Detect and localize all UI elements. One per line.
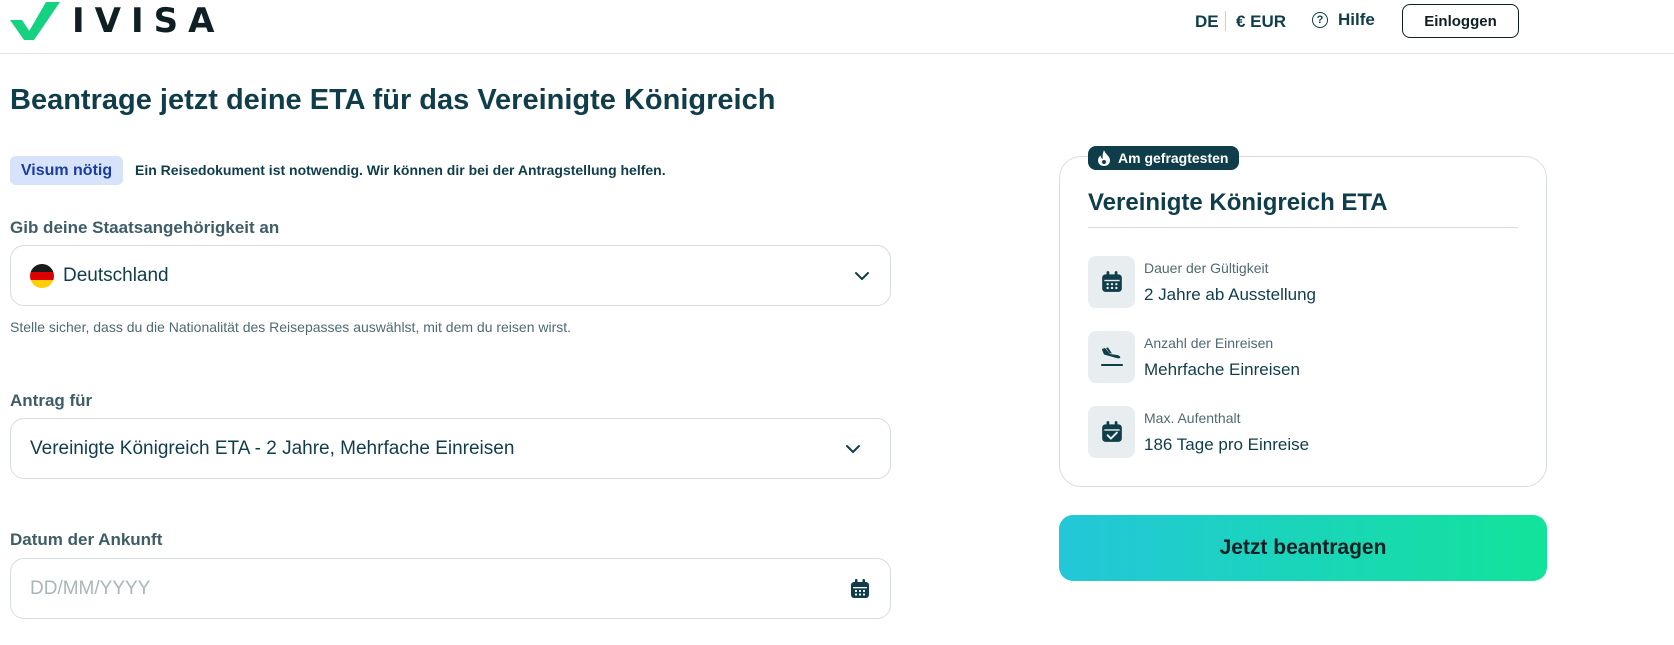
- germany-flag-icon: [30, 263, 54, 288]
- calendar-check-icon: [1088, 406, 1135, 458]
- nationality-label: Gib deine Staatsangehörigkeit an: [10, 218, 280, 237]
- card-title: Vereinigte Königreich ETA: [1088, 189, 1388, 216]
- login-button[interactable]: Einloggen: [1402, 4, 1519, 38]
- entries-value: Mehrfache Einreisen: [1144, 360, 1300, 379]
- max-stay-label: Max. Aufenthalt: [1144, 410, 1241, 426]
- help-link[interactable]: ? Hilfe: [1312, 10, 1375, 30]
- ivisa-logo[interactable]: IVISA: [10, 2, 224, 40]
- max-stay-value: 186 Tage pro Einreise: [1144, 435, 1310, 454]
- logo-wordmark: IVISA: [72, 1, 225, 41]
- calendar-icon[interactable]: [849, 578, 871, 600]
- help-label: Hilfe: [1338, 10, 1375, 29]
- nationality-value: Deutschland: [63, 264, 169, 286]
- card-divider: [1088, 227, 1518, 228]
- application-select[interactable]: Vereinigte Königreich ETA - 2 Jahre, Meh…: [10, 418, 891, 479]
- validity-label: Dauer der Gültigkeit: [1144, 260, 1269, 276]
- chevron-down-icon: [855, 272, 869, 280]
- nationality-hint: Stelle sicher, dass du die Nationalität …: [10, 319, 572, 335]
- arrival-date-placeholder: DD/MM/YYYY: [30, 577, 151, 599]
- application-value: Vereinigte Königreich ETA - 2 Jahre, Meh…: [30, 437, 515, 459]
- flame-icon: [1098, 150, 1110, 166]
- language-selector[interactable]: DE: [1195, 12, 1219, 32]
- logo-check-icon: [10, 2, 60, 40]
- question-circle-icon: ?: [1312, 12, 1328, 28]
- visa-required-badge: Visum nötig: [10, 156, 123, 185]
- arrival-date-input[interactable]: DD/MM/YYYY: [10, 558, 891, 619]
- nationality-select[interactable]: Deutschland: [10, 245, 891, 306]
- currency-selector[interactable]: € EUR: [1236, 12, 1286, 32]
- page-title: Beantrage jetzt deine ETA für das Verein…: [10, 84, 776, 116]
- plane-landing-icon: [1088, 331, 1135, 383]
- most-popular-label: Am gefragtesten: [1118, 150, 1229, 166]
- validity-value: 2 Jahre ab Ausstellung: [1144, 285, 1317, 304]
- visa-notice-text: Ein Reisedokument ist notwendig. Wir kön…: [135, 162, 666, 178]
- arrival-date-label: Datum der Ankunft: [10, 530, 163, 549]
- top-header: IVISA DE € EUR ? Hilfe Einloggen: [0, 0, 1674, 54]
- entries-label: Anzahl der Einreisen: [1144, 335, 1274, 351]
- header-divider: [1225, 11, 1226, 31]
- most-popular-badge: Am gefragtesten: [1088, 146, 1240, 170]
- application-label: Antrag für: [10, 391, 93, 410]
- calendar-grid-icon: [1088, 256, 1135, 308]
- apply-now-button[interactable]: Jetzt beantragen: [1059, 515, 1547, 581]
- chevron-down-icon: [846, 445, 860, 453]
